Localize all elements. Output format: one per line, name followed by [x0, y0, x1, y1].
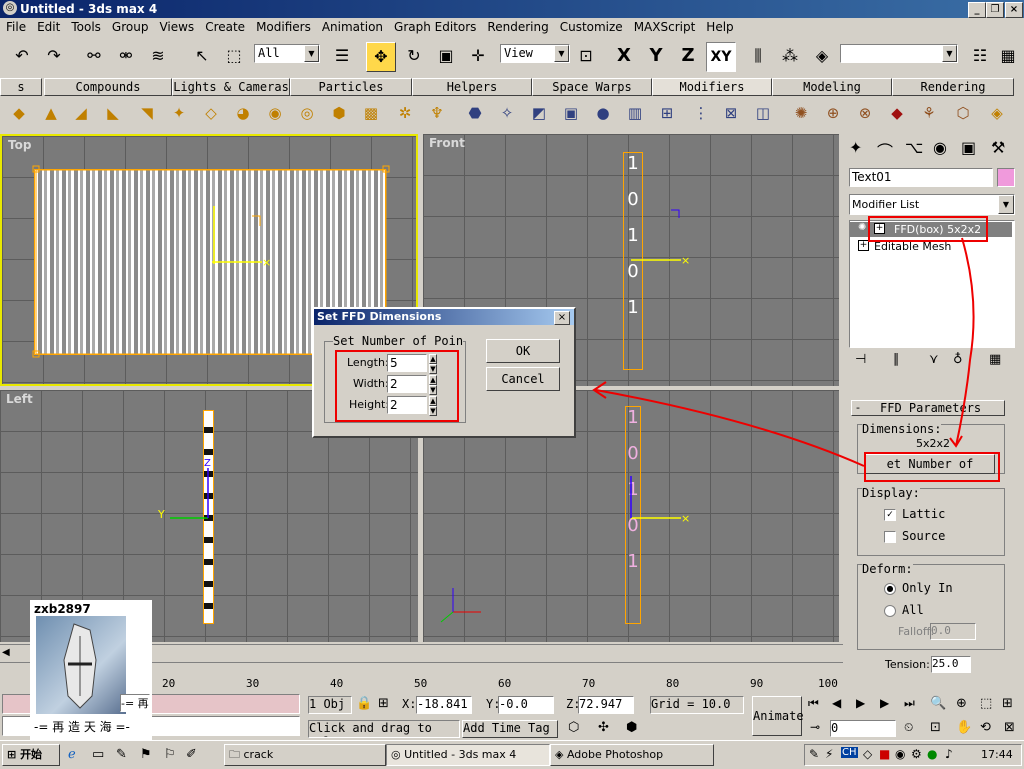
- forum-avatar: zxb2897 -= 再 -= 再 造 天 海 =-: [30, 600, 152, 740]
- windows-logo-icon: ⊞: [7, 748, 17, 761]
- zoom-all-icon[interactable]: ⊕: [956, 696, 967, 711]
- desktop-icon[interactable]: ▭: [92, 747, 104, 762]
- max-icon: ◎: [391, 748, 401, 761]
- status-bar: 1 Obj 🔒 ⊞ X: -18.841 Y: -0.0 Z: 72.947 G…: [0, 692, 1024, 740]
- prev-frame-icon[interactable]: ◀: [832, 696, 841, 710]
- selection-count: 1 Obj: [308, 696, 352, 714]
- start-button[interactable]: ⊞ 开始: [2, 744, 60, 766]
- next-frame-icon[interactable]: ▶: [880, 696, 889, 710]
- volume-icon[interactable]: ♪: [945, 747, 953, 761]
- zoom-extents-all-icon[interactable]: ⊞: [1002, 696, 1013, 711]
- current-frame-field[interactable]: 0: [830, 720, 896, 737]
- lock-icon[interactable]: 🔒: [356, 696, 372, 711]
- folder-icon: 🗀: [229, 748, 240, 761]
- launcher-icon[interactable]: ⚑: [140, 747, 152, 762]
- taskbar: ⊞ 开始 ℯ ▭ ✎ ⚑ ⚐ ✐ 🗀 crack ◎ Untitled - 3d…: [0, 740, 1024, 769]
- go-to-end-icon[interactable]: ⏭: [904, 696, 915, 711]
- key-mode-icon[interactable]: ⊸: [810, 720, 820, 734]
- crossing-select-icon[interactable]: ⬡: [568, 720, 579, 735]
- ime-indicator[interactable]: CH: [841, 747, 858, 758]
- grid-size: Grid = 10.0: [650, 696, 744, 714]
- tray-icon[interactable]: ⚡: [825, 747, 833, 761]
- helmet-icon: [63, 623, 97, 709]
- chevron-left-icon[interactable]: ◀: [2, 647, 10, 658]
- animate-button[interactable]: Animate: [752, 696, 804, 736]
- tray-icon[interactable]: ◇: [863, 747, 872, 761]
- launcher-icon[interactable]: ⚐: [164, 747, 176, 762]
- username: zxb2897: [34, 602, 91, 616]
- y-coordinate-field[interactable]: -0.0: [498, 696, 554, 714]
- tray-icon[interactable]: ⚙: [911, 747, 922, 761]
- system-tray: ✎ ⚡ CH ◇ ■ ◉ ⚙ ● ♪ 17:44: [804, 744, 1022, 766]
- launcher-icon[interactable]: ✎: [116, 747, 127, 762]
- caption-badge: -= 再: [120, 694, 150, 712]
- play-icon[interactable]: ▶: [856, 696, 865, 710]
- clock: 17:44: [981, 748, 1013, 761]
- go-to-start-icon[interactable]: ⏮: [808, 696, 819, 711]
- zoom-extents-icon[interactable]: ⬚: [980, 696, 992, 711]
- pan-icon[interactable]: ✋: [956, 720, 972, 735]
- time-config-icon[interactable]: ⏲: [904, 720, 913, 735]
- tray-icon[interactable]: ✎: [809, 747, 819, 761]
- helmet-image: [36, 616, 126, 714]
- z-coordinate-field[interactable]: 72.947: [578, 696, 634, 714]
- taskbar-item-crack[interactable]: 🗀 crack: [224, 744, 386, 766]
- prompt-line: Click and drag to sel: [308, 720, 460, 738]
- taskbar-item-3dsmax[interactable]: ◎ Untitled - 3ds max 4: [386, 744, 550, 766]
- ie-icon[interactable]: ℯ: [68, 747, 76, 762]
- tray-icon[interactable]: ●: [927, 747, 937, 761]
- angle-snap-icon[interactable]: ⬢: [626, 720, 637, 735]
- tray-icon[interactable]: ◉: [895, 747, 905, 761]
- x-coordinate-field[interactable]: -18.841: [416, 696, 472, 714]
- launcher-icon[interactable]: ✐: [186, 747, 197, 762]
- zoom-icon[interactable]: 🔍: [930, 696, 946, 711]
- photoshop-icon: ◈: [555, 748, 564, 761]
- taskbar-item-photoshop[interactable]: ◈ Adobe Photoshop: [550, 744, 714, 766]
- tray-icon[interactable]: ■: [879, 747, 890, 761]
- region-zoom-icon[interactable]: ⊡: [930, 720, 941, 735]
- maximize-viewport-icon[interactable]: ⊠: [1004, 720, 1015, 735]
- caption: -= 再 造 天 海 =-: [34, 720, 130, 734]
- absolute-mode-icon[interactable]: ⊞: [378, 696, 389, 711]
- add-time-tag-button[interactable]: Add Time Tag: [462, 720, 558, 738]
- snap-icon[interactable]: ✣: [598, 720, 609, 735]
- arc-rotate-icon[interactable]: ⟲: [980, 720, 991, 735]
